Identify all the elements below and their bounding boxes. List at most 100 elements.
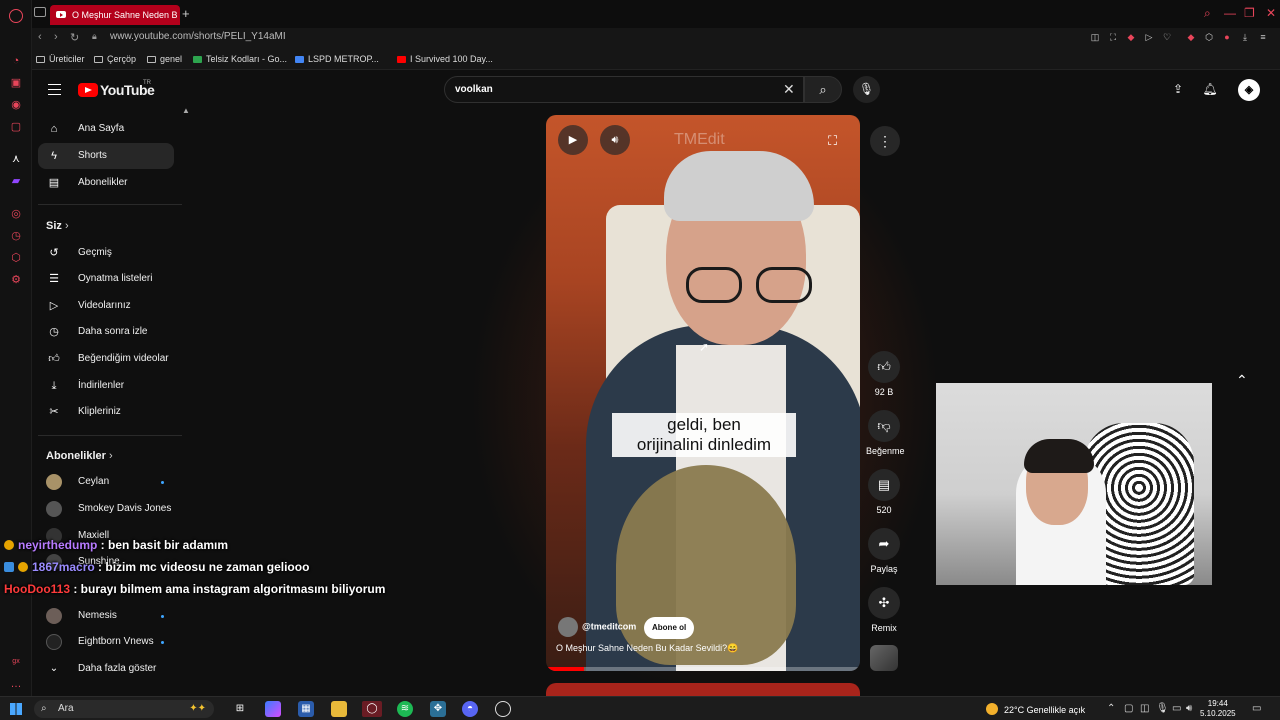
video-title[interactable]: O Meşhur Sahne Neden Bu Kadar Sevildi?😄: [556, 643, 738, 654]
fullscreen-icon[interactable]: ⛶: [828, 133, 837, 149]
reload-button[interactable]: ↻: [70, 31, 79, 44]
sound-thumbnail[interactable]: [870, 645, 898, 671]
tray-volume-icon[interactable]: 🔊︎: [1186, 703, 1192, 714]
sidebar-item-liked-videos[interactable]: 👍︎ Beğendiğim videolar: [38, 346, 174, 372]
hamburger-menu-icon[interactable]: [48, 84, 61, 95]
subscription-item[interactable]: Smokey Davis Jones: [46, 497, 176, 521]
more-options-button[interactable]: ⋮: [870, 126, 900, 156]
tray-network-icon[interactable]: ◫: [1140, 703, 1149, 714]
back-button[interactable]: ‹: [38, 31, 42, 43]
store-icon[interactable]: ▦: [298, 701, 314, 717]
voice-search-button[interactable]: 🎙︎: [853, 76, 880, 103]
tab-search-icon[interactable]: ⌕: [1204, 6, 1211, 21]
subscription-item[interactable]: Eightborn Vnews: [46, 630, 176, 654]
search-input[interactable]: voolkan: [455, 84, 493, 95]
play-button[interactable]: ▶: [558, 125, 588, 155]
notifications-icon[interactable]: ▭: [1252, 703, 1261, 714]
extension-fox-icon[interactable]: ◆: [1186, 32, 1196, 42]
share-button[interactable]: ➦ Paylaş: [866, 528, 902, 574]
sidebar-item-your-videos[interactable]: ▷ Videolarınız: [38, 293, 174, 319]
upload-icon[interactable]: ⇪: [1170, 82, 1186, 98]
channel-link[interactable]: @tmeditcom: [558, 617, 636, 637]
player-control-icon[interactable]: ▷: [1144, 32, 1154, 42]
dislike-button[interactable]: 👎︎ Beğenme: [866, 410, 905, 456]
bookmark-folder[interactable]: genel: [147, 54, 182, 64]
bookmark-folder[interactable]: Üreticiler: [36, 54, 85, 64]
bookmark-link[interactable]: LSPD METROP...: [295, 54, 379, 64]
comments-button[interactable]: ▤ 520: [866, 469, 902, 515]
task-view-icon[interactable]: ⊞: [232, 701, 248, 717]
shorts-video-player[interactable]: TMEdit ▶ 🔊︎ ⛶ geldi, ben orijinalini din…: [546, 115, 860, 671]
copilot-icon[interactable]: [265, 701, 281, 717]
app-icon[interactable]: ✥: [430, 701, 446, 717]
snapshot-icon[interactable]: ⛶: [1108, 32, 1118, 42]
subscriptions-section-header[interactable]: Abonelikler ›: [46, 450, 113, 462]
bookmark-link[interactable]: Telsiz Kodları - Go...: [193, 54, 287, 64]
tray-app-icon[interactable]: ▢: [1124, 703, 1133, 714]
close-button[interactable]: ✕: [1266, 6, 1276, 20]
spotify-icon[interactable]: ≋: [397, 701, 413, 717]
obs-icon[interactable]: [495, 701, 511, 717]
file-explorer-icon[interactable]: [331, 701, 347, 717]
chat-icon[interactable]: ▣: [9, 76, 23, 90]
weather-widget[interactable]: 22°C Genellikle açık: [986, 703, 1085, 715]
twitch-icon[interactable]: ▰: [9, 174, 23, 188]
like-button[interactable]: 👍︎ 92 B: [866, 351, 902, 397]
history-icon[interactable]: ◷: [9, 229, 23, 243]
new-tab-button[interactable]: +: [182, 6, 190, 21]
gx-icon[interactable]: gx: [9, 655, 23, 669]
account-avatar[interactable]: ◈: [1238, 79, 1260, 101]
profile-icon[interactable]: ●: [1222, 32, 1232, 42]
sidebar-item-subscriptions[interactable]: ▤ Abonelikler: [38, 170, 174, 196]
sidebar-item-watch-later[interactable]: ◷ Daha sonra izle: [38, 319, 174, 345]
windows-start-icon[interactable]: [10, 703, 22, 715]
search-button[interactable]: ⌕: [804, 76, 842, 103]
scroll-up-icon[interactable]: ⌃: [1236, 372, 1248, 389]
you-section-header[interactable]: Siz ›: [46, 220, 69, 232]
player-icon[interactable]: ◎: [9, 207, 23, 221]
notifications-bell-icon[interactable]: 🔔︎: [1202, 82, 1218, 98]
discord-icon[interactable]: ◓: [462, 701, 478, 717]
subscribe-button[interactable]: Abone ol: [644, 617, 695, 639]
pocket-icon[interactable]: ◆: [1126, 32, 1136, 42]
tray-monitor-icon[interactable]: ▭: [1172, 703, 1181, 714]
subscription-item[interactable]: Nemesis: [46, 604, 176, 628]
extensions-icon[interactable]: ⬡: [9, 251, 23, 265]
bookmark-link[interactable]: I Survived 100 Day...: [397, 54, 493, 64]
maximize-button[interactable]: ❐: [1244, 6, 1255, 20]
clear-search-icon[interactable]: ✕: [783, 81, 795, 98]
subscription-item[interactable]: Ceylan: [46, 470, 176, 494]
forward-button[interactable]: ›: [54, 31, 58, 43]
sidebar-item-home[interactable]: ⌂ Ana Sayfa: [38, 116, 174, 142]
tray-chevron-icon[interactable]: ⌃: [1107, 703, 1115, 714]
taskbar-search[interactable]: ⌕ Ara ✦✦: [34, 700, 214, 718]
tab-menu-icon[interactable]: [34, 7, 46, 17]
sidebar-item-history[interactable]: ↺ Geçmiş: [38, 240, 174, 266]
minimize-button[interactable]: —: [1224, 6, 1236, 20]
remix-button[interactable]: ✣ Remix: [866, 587, 902, 633]
sidebar-item-downloads[interactable]: ⤓ İndirilenler: [38, 373, 174, 399]
show-more-button[interactable]: ⌄ Daha fazla göster: [46, 657, 176, 681]
bookmark-icon[interactable]: ◫: [1090, 32, 1100, 42]
instagram-icon[interactable]: ▢: [9, 120, 23, 134]
aria-icon[interactable]: ◔: [9, 54, 23, 68]
opera-gx-taskbar-icon[interactable]: ◯: [362, 701, 382, 717]
bookmark-folder[interactable]: Çerçöp: [94, 54, 136, 64]
tray-mic-icon[interactable]: 🎙︎: [1156, 703, 1169, 714]
sidebar-item-shorts[interactable]: ϟ Shorts: [38, 143, 174, 169]
more-icon[interactable]: …: [9, 677, 23, 691]
youtube-logo-icon[interactable]: [78, 83, 98, 97]
easy-setup-icon[interactable]: ≡: [1258, 32, 1268, 42]
whatsapp-icon[interactable]: ◉: [9, 98, 23, 112]
progress-bar[interactable]: [546, 667, 860, 671]
spaces-icon[interactable]: ⋏: [9, 152, 23, 166]
active-tab[interactable]: O Meşhur Sahne Neden B: [50, 5, 180, 25]
taskbar-clock[interactable]: 19:44 5.10.2025: [1200, 699, 1236, 719]
download-icon[interactable]: ⤓: [1240, 32, 1250, 42]
url-field[interactable]: www.youtube.com/shorts/PELI_Y14aMI: [110, 31, 286, 42]
extensions-icon[interactable]: ⬡: [1204, 32, 1214, 42]
settings-icon[interactable]: ⚙: [9, 273, 23, 287]
search-box[interactable]: voolkan ✕: [444, 76, 804, 103]
heart-icon[interactable]: ♡: [1162, 32, 1172, 42]
scroll-up-icon[interactable]: ▲: [182, 106, 190, 115]
